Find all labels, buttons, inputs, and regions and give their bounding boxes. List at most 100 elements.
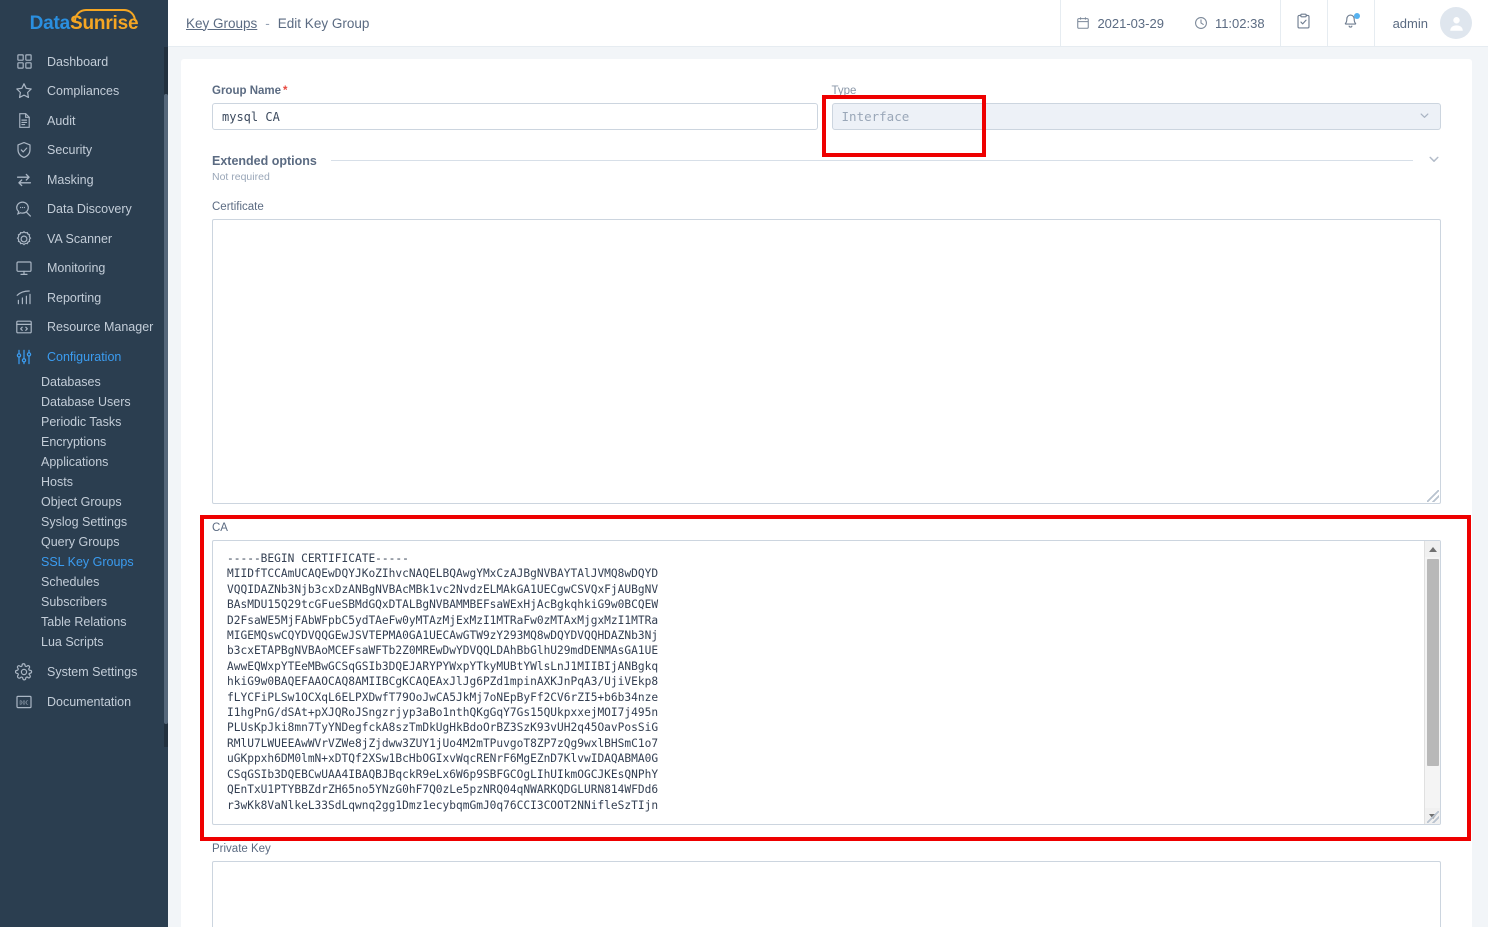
- clock-icon: [1194, 16, 1215, 30]
- type-field: Type Interface: [832, 85, 1441, 130]
- notifications-button[interactable]: [1327, 0, 1374, 47]
- ca-scrollbar-thumb[interactable]: [1427, 559, 1439, 766]
- sidebar-item-compliances[interactable]: Compliances: [0, 77, 168, 107]
- document-icon: [12, 110, 36, 132]
- logo-primary: Data: [30, 13, 70, 34]
- scroll-up-arrow-icon[interactable]: [1425, 541, 1441, 557]
- clipboard-check-icon: [1295, 13, 1312, 33]
- sidebar-item-resource-manager[interactable]: Resource Manager: [0, 313, 168, 343]
- date-display: 2021-03-29: [1060, 0, 1179, 47]
- certificate-textarea[interactable]: [212, 219, 1441, 504]
- breadcrumb: Key Groups - Edit Key Group: [186, 16, 369, 31]
- sidebar-subitem-encryptions[interactable]: Encryptions: [0, 432, 168, 452]
- avatar: [1440, 7, 1472, 39]
- search-chat-icon: [12, 198, 36, 220]
- sidebar-item-dashboard[interactable]: Dashboard: [0, 47, 168, 77]
- doc-book-icon: DOC: [12, 691, 36, 713]
- main-content: Group Name* mysql CA Type Interface: [168, 47, 1488, 927]
- sidebar-subitem-ssl-key-groups[interactable]: SSL Key Groups: [0, 552, 168, 572]
- bar-chart-icon: [12, 287, 36, 309]
- shield-icon: [12, 139, 36, 161]
- sidebar-subitem-databases[interactable]: Databases: [0, 372, 168, 392]
- sidebar-item-label: Data Discovery: [47, 202, 132, 216]
- star-icon: [12, 80, 36, 102]
- resize-grip-icon[interactable]: [1427, 490, 1439, 502]
- sidebar-subitem-query-groups[interactable]: Query Groups: [0, 532, 168, 552]
- monitor-icon: [12, 257, 36, 279]
- sidebar-subnav: DatabasesDatabase UsersPeriodic TasksEnc…: [0, 372, 168, 652]
- sidebar-item-reporting[interactable]: Reporting: [0, 283, 168, 313]
- extended-options-subtitle: Not required: [212, 171, 1441, 183]
- tasks-button[interactable]: [1280, 0, 1327, 47]
- sidebar-item-label: System Settings: [47, 665, 137, 679]
- sidebar-subitem-database-users[interactable]: Database Users: [0, 392, 168, 412]
- extended-options-toggle[interactable]: [1427, 152, 1441, 169]
- sidebar-item-audit[interactable]: Audit: [0, 106, 168, 136]
- date-value: 2021-03-29: [1097, 16, 1164, 31]
- code-window-icon: [12, 316, 36, 338]
- sidebar-item-label: Monitoring: [47, 261, 105, 275]
- sidebar-item-label: Reporting: [47, 291, 101, 305]
- sidebar-item-label: VA Scanner: [47, 232, 112, 246]
- sidebar-subitem-syslog-settings[interactable]: Syslog Settings: [0, 512, 168, 532]
- sidebar-item-monitoring[interactable]: Monitoring: [0, 254, 168, 284]
- sidebar-item-system-settings[interactable]: System Settings: [0, 658, 168, 688]
- sidebar-item-label: Configuration: [47, 350, 121, 364]
- exchange-icon: [12, 169, 36, 191]
- scanner-icon: [12, 228, 36, 250]
- sidebar-subitem-schedules[interactable]: Schedules: [0, 572, 168, 592]
- sidebar-item-label: Masking: [47, 173, 94, 187]
- sidebar-item-documentation[interactable]: DOC Documentation: [0, 687, 168, 717]
- extended-options-header[interactable]: Extended options: [212, 152, 1441, 169]
- sidebar-item-label: Dashboard: [47, 55, 108, 69]
- type-label: Type: [832, 85, 1441, 97]
- sidebar-subitem-table-relations[interactable]: Table Relations: [0, 612, 168, 632]
- grid-icon: [12, 51, 36, 73]
- private-key-textarea[interactable]: [212, 861, 1441, 927]
- sidebar-subitem-subscribers[interactable]: Subscribers: [0, 592, 168, 612]
- sidebar-subitem-object-groups[interactable]: Object Groups: [0, 492, 168, 512]
- top-header: Key Groups - Edit Key Group 2021-03-29 1…: [168, 0, 1488, 47]
- scroll-down-arrow-icon[interactable]: [1425, 808, 1441, 824]
- certificate-field: Certificate: [212, 201, 1441, 504]
- edit-key-group-card: Group Name* mysql CA Type Interface: [181, 59, 1472, 927]
- required-marker: *: [283, 85, 287, 97]
- sidebar-item-masking[interactable]: Masking: [0, 165, 168, 195]
- certificate-label: Certificate: [212, 201, 1441, 213]
- sidebar-item-label: Compliances: [47, 84, 119, 98]
- group-name-input[interactable]: mysql CA: [212, 103, 818, 130]
- sidebar-subitem-hosts[interactable]: Hosts: [0, 472, 168, 492]
- chevron-down-icon: [1427, 152, 1441, 169]
- sidebar-item-label: Audit: [47, 114, 76, 128]
- type-select-value: Interface: [842, 109, 910, 124]
- breadcrumb-separator: -: [265, 16, 270, 31]
- chevron-down-icon: [1418, 109, 1431, 125]
- sidebar-item-label: Documentation: [47, 695, 131, 709]
- sidebar-subitem-lua-scripts[interactable]: Lua Scripts: [0, 632, 168, 652]
- sidebar-subitem-applications[interactable]: Applications: [0, 452, 168, 472]
- sidebar-subitem-periodic-tasks[interactable]: Periodic Tasks: [0, 412, 168, 432]
- sliders-icon: [12, 346, 36, 368]
- ca-field: CA -----BEGIN CERTIFICATE----- MIIDfTCCA…: [212, 522, 1441, 825]
- sidebar-item-va-scanner[interactable]: VA Scanner: [0, 224, 168, 254]
- extended-options-title: Extended options: [212, 154, 317, 168]
- sidebar-item-security[interactable]: Security: [0, 136, 168, 166]
- ca-textarea[interactable]: -----BEGIN CERTIFICATE----- MIIDfTCCAmUC…: [212, 540, 1441, 825]
- user-menu[interactable]: admin: [1374, 0, 1488, 47]
- sidebar-item-configuration[interactable]: Configuration: [0, 342, 168, 372]
- app-logo[interactable]: DataSunrise: [0, 0, 168, 47]
- sidebar-item-label: Security: [47, 143, 92, 157]
- group-name-label: Group Name*: [212, 85, 818, 97]
- svg-text:DOC: DOC: [19, 700, 28, 706]
- user-name-label: admin: [1393, 16, 1428, 31]
- type-select[interactable]: Interface: [832, 103, 1441, 130]
- gear-icon: [12, 661, 36, 683]
- private-key-label: Private Key: [212, 843, 1441, 855]
- calendar-icon: [1076, 16, 1097, 30]
- time-value: 11:02:38: [1215, 16, 1265, 31]
- sidebar-item-data-discovery[interactable]: Data Discovery: [0, 195, 168, 225]
- ca-textarea-value[interactable]: -----BEGIN CERTIFICATE----- MIIDfTCCAmUC…: [213, 541, 1424, 824]
- ca-textarea-scrollbar[interactable]: [1424, 541, 1440, 824]
- ca-label: CA: [212, 522, 1441, 534]
- breadcrumb-link-key-groups[interactable]: Key Groups: [186, 16, 257, 31]
